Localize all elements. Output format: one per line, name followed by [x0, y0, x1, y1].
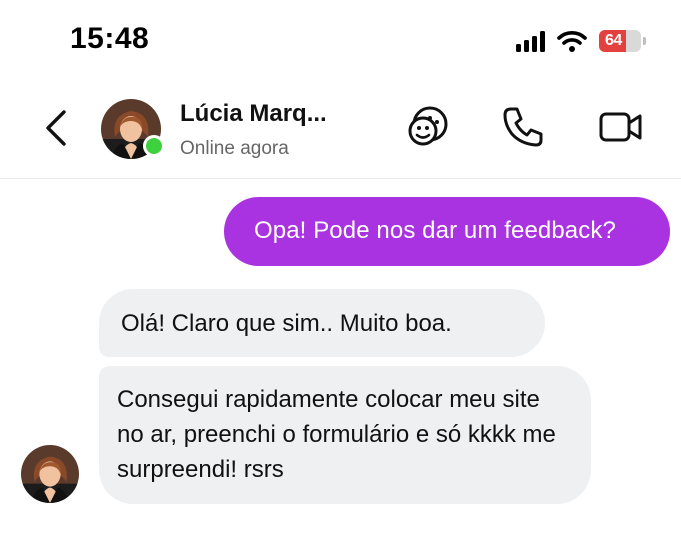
status-time: 15:48	[70, 22, 150, 55]
message-outgoing[interactable]: Opa! Pode nos dar um feedback?	[224, 197, 670, 266]
phone-icon[interactable]	[499, 103, 547, 151]
video-icon[interactable]	[597, 103, 645, 151]
chevron-left-icon[interactable]	[38, 108, 74, 148]
battery-level: 64	[605, 32, 622, 49]
wifi-icon	[557, 31, 587, 52]
online-indicator	[143, 135, 165, 157]
chat-header: Lúcia Marq... Online agora	[0, 80, 681, 179]
contact-status: Online agora	[180, 138, 289, 159]
battery-icon: 64	[599, 30, 646, 52]
status-icons: 64	[516, 30, 646, 52]
status-bar: 15:48 64	[0, 0, 681, 80]
message-incoming[interactable]: Consegui rapidamente colocar meu site no…	[99, 366, 591, 504]
message-incoming[interactable]: Olá! Claro que sim.. Muito boa.	[99, 289, 545, 357]
signal-icon	[516, 30, 545, 52]
sender-avatar[interactable]	[21, 445, 79, 503]
sticker-icon[interactable]	[404, 103, 452, 151]
contact-name[interactable]: Lúcia Marq...	[180, 100, 327, 128]
